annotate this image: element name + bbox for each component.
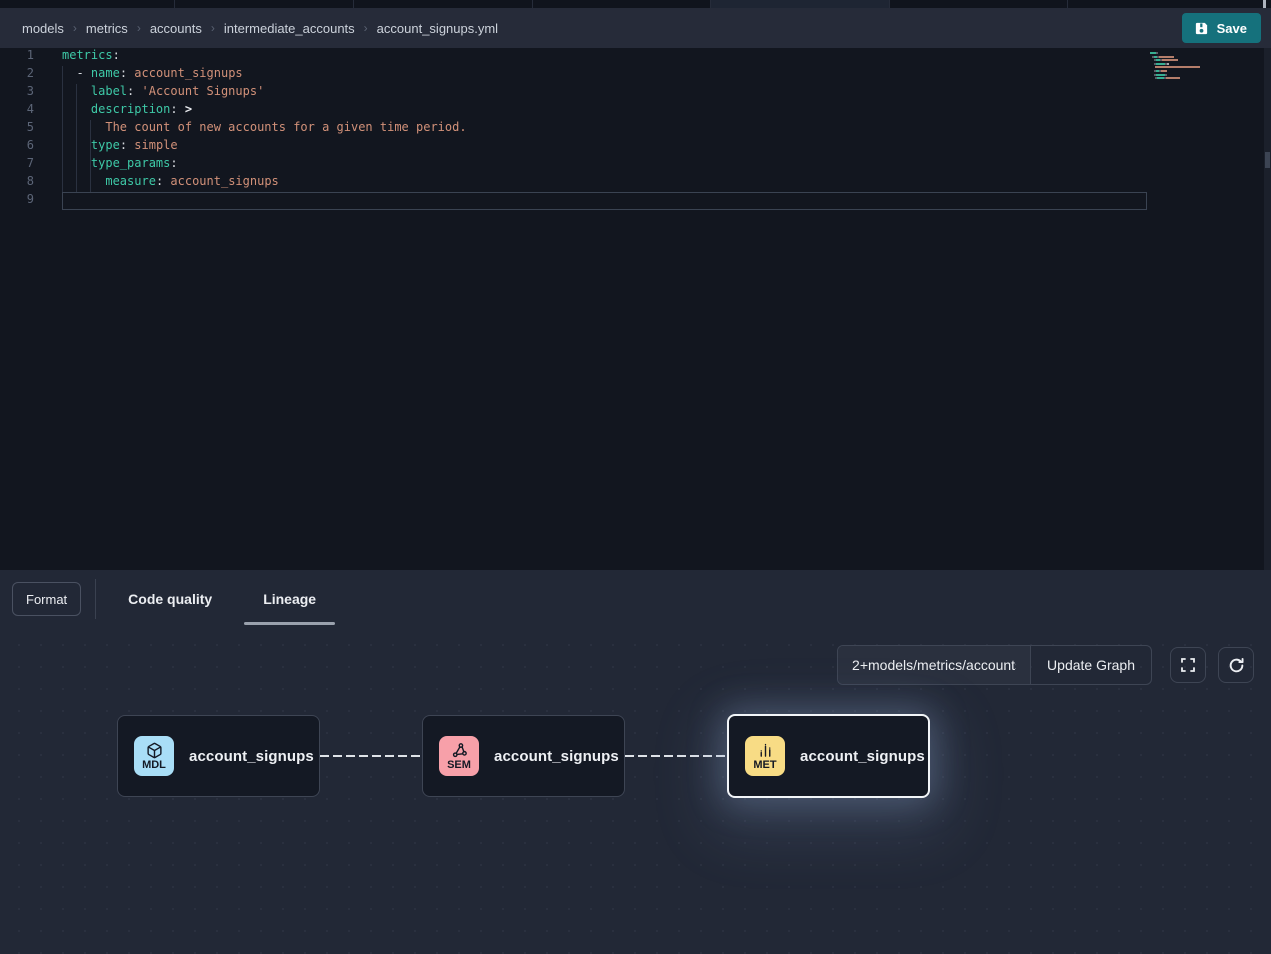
line-number: 4 [0, 102, 34, 120]
semantic-model-icon [451, 742, 468, 759]
minimap-line [1150, 63, 1169, 65]
tab-strip-sliver [1263, 0, 1266, 8]
fullscreen-icon [1180, 657, 1196, 673]
lineage-canvas[interactable]: Update Graph [0, 628, 1271, 954]
line-number: 1 [0, 48, 34, 66]
line-number: 8 [0, 174, 34, 192]
top-tab[interactable] [1068, 0, 1271, 8]
editor-scrollbar[interactable] [1264, 48, 1271, 570]
refresh-icon [1228, 657, 1245, 674]
breadcrumb-item[interactable]: accounts [150, 21, 202, 36]
code-text: type_params: [62, 156, 178, 174]
code-text: description: > [62, 102, 192, 120]
breadcrumb-item[interactable]: metrics [86, 21, 128, 36]
code-line[interactable]: 4 description: > [0, 102, 1271, 120]
minimap-line [1150, 52, 1158, 54]
minimap-line [1150, 59, 1178, 61]
minimap-line [1150, 74, 1167, 76]
top-tab[interactable] [354, 0, 533, 8]
node-label: account_signups [494, 748, 619, 765]
panel-tab-bar: Format Code quality Lineage [0, 570, 1271, 628]
top-tab-active[interactable] [711, 0, 890, 8]
line-number: 7 [0, 156, 34, 174]
save-floppy-icon [1194, 21, 1209, 36]
code-text: measure: account_signups [62, 174, 279, 192]
line-number: 3 [0, 84, 34, 102]
tab-code-quality[interactable]: Code quality [109, 570, 231, 628]
code-line[interactable]: 7 type_params: [0, 156, 1271, 174]
lineage-edge [320, 755, 422, 757]
code-text: The count of new accounts for a given ti… [62, 120, 467, 138]
current-line-highlight [62, 192, 1147, 210]
minimap-line [1150, 56, 1174, 58]
breadcrumb-item-current-file[interactable]: account_signups.yml [377, 21, 498, 36]
code-line[interactable]: 5 The count of new accounts for a given … [0, 120, 1271, 138]
top-tab[interactable] [890, 0, 1068, 8]
code-line[interactable]: 3 label: 'Account Signups' [0, 84, 1271, 102]
lineage-controls: Update Graph [837, 645, 1254, 685]
breadcrumb-bar: models › metrics › accounts › intermedia… [0, 8, 1271, 48]
format-button[interactable]: Format [12, 582, 81, 616]
code-line[interactable]: 6 type: simple [0, 138, 1271, 156]
line-number: 5 [0, 120, 34, 138]
lineage-node-metric-selected[interactable]: MET account_signups [727, 714, 930, 798]
top-tab[interactable] [0, 0, 175, 8]
minimap-line [1150, 77, 1180, 79]
minimap-line [1150, 66, 1200, 68]
code-lines: 1metrics:2 - name: account_signups3 labe… [0, 48, 1271, 210]
code-text: metrics: [62, 48, 120, 66]
code-line[interactable]: 2 - name: account_signups [0, 66, 1271, 84]
node-selector-input[interactable] [838, 646, 1030, 684]
badge-type-label: SEM [447, 760, 471, 771]
save-button[interactable]: Save [1182, 13, 1261, 43]
app-window: models › metrics › accounts › intermedia… [0, 0, 1271, 954]
code-text: label: 'Account Signups' [62, 84, 264, 102]
tab-lineage[interactable]: Lineage [244, 570, 335, 628]
line-number: 6 [0, 138, 34, 156]
node-label: account_signups [189, 748, 314, 765]
minimap-line [1150, 70, 1167, 72]
tab-code-quality-label: Code quality [128, 591, 212, 607]
chevron-right-icon: › [137, 21, 141, 35]
lineage-node-semantic-model[interactable]: SEM account_signups [422, 715, 625, 797]
code-line[interactable]: 1 metrics: [0, 48, 1271, 66]
chevron-right-icon: › [211, 21, 215, 35]
code-text: - name: account_signups [62, 66, 243, 84]
code-text: type: simple [62, 138, 178, 156]
minimap[interactable] [1150, 52, 1214, 92]
metric-badge: MET [745, 736, 785, 776]
lineage-node-model[interactable]: MDL account_signups [117, 715, 320, 797]
top-tab[interactable] [175, 0, 354, 8]
fullscreen-button[interactable] [1170, 647, 1206, 683]
update-graph-button[interactable]: Update Graph [1030, 646, 1151, 684]
model-badge: MDL [134, 736, 174, 776]
node-label: account_signups [800, 748, 925, 765]
tab-divider [95, 579, 96, 619]
top-tab[interactable] [533, 0, 711, 8]
code-line[interactable]: 8 measure: account_signups [0, 174, 1271, 192]
code-editor[interactable]: 1metrics:2 - name: account_signups3 labe… [0, 48, 1271, 570]
chevron-right-icon: › [73, 21, 77, 35]
breadcrumb-item[interactable]: models [22, 21, 64, 36]
line-number: 2 [0, 66, 34, 84]
badge-type-label: MDL [142, 760, 166, 771]
breadcrumb-item[interactable]: intermediate_accounts [224, 21, 355, 36]
lineage-edge [625, 755, 727, 757]
tab-active-underline [244, 622, 335, 625]
line-number: 9 [0, 192, 34, 210]
tab-lineage-label: Lineage [263, 591, 316, 607]
chevron-right-icon: › [364, 21, 368, 35]
badge-type-label: MET [753, 760, 776, 771]
semantic-model-badge: SEM [439, 736, 479, 776]
bottom-panel: Format Code quality Lineage Update Graph [0, 570, 1271, 954]
metric-chart-icon [757, 742, 774, 759]
top-tab-strip [0, 0, 1271, 8]
cube-icon [146, 742, 163, 759]
save-button-label: Save [1217, 21, 1247, 36]
selector-group: Update Graph [837, 645, 1152, 685]
refresh-button[interactable] [1218, 647, 1254, 683]
editor-scrollbar-handle[interactable] [1265, 152, 1270, 168]
